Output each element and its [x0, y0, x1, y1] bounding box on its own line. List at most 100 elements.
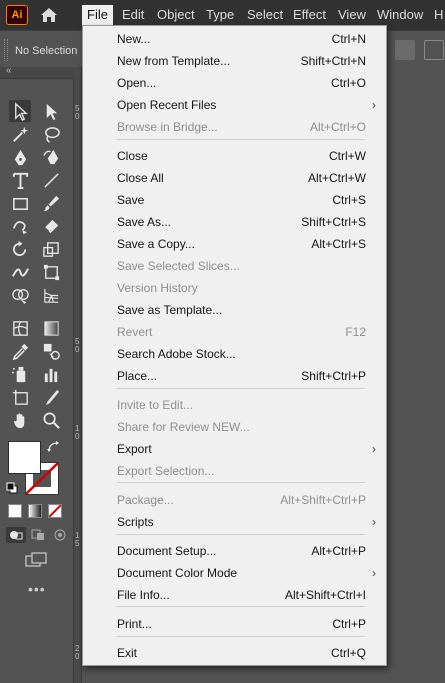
menu-object[interactable]: Object	[157, 7, 195, 23]
hand-icon	[13, 412, 24, 428]
line-segment-tool[interactable]	[40, 169, 62, 191]
symbol-sprayer-tool[interactable]	[9, 363, 31, 385]
menu-item-package: Package... Alt+Shift+Ctrl+P	[83, 489, 388, 511]
menu-item-shortcut: Alt+Ctrl+P	[311, 544, 366, 558]
free-transform-icon	[43, 264, 59, 280]
menu-item-revert: Revert F12	[83, 321, 388, 343]
slice-tool[interactable]	[40, 386, 62, 408]
menu-item-close-all[interactable]: Close All Alt+Ctrl+W	[83, 167, 388, 189]
menu-item-file-info[interactable]: File Info... Alt+Shift+Ctrl+I	[83, 584, 388, 606]
menu-item-new[interactable]: New... Ctrl+N	[83, 28, 388, 50]
menu-item-label: Invite to Edit...	[117, 398, 194, 412]
artboard-tool[interactable]	[9, 386, 31, 408]
menu-item-export-selection: Export Selection...	[83, 460, 388, 482]
home-icon[interactable]	[38, 5, 60, 25]
menu-item-label: Open...	[117, 76, 157, 90]
menu-item-new-from-template[interactable]: New from Template... Shift+Ctrl+N	[83, 50, 388, 72]
menu-type[interactable]: Type	[206, 7, 234, 23]
direct-selection-tool[interactable]	[40, 100, 62, 122]
draw-inside-button[interactable]	[50, 527, 70, 543]
shaper-icon	[12, 220, 27, 234]
menu-window[interactable]: Window	[377, 7, 423, 23]
curvature-pen-icon	[42, 149, 58, 164]
eraser-tool[interactable]	[40, 215, 62, 237]
submenu-arrow-icon: ›	[372, 442, 376, 456]
menu-item-version-history: Version History	[83, 277, 388, 299]
menu-select[interactable]: Select	[247, 7, 283, 23]
lasso-tool[interactable]	[40, 123, 62, 145]
default-colors-icon[interactable]	[6, 481, 18, 494]
menu-item-exit[interactable]: Exit Ctrl+Q	[83, 642, 388, 664]
menu-item-shortcut: Alt+Shift+Ctrl+P	[280, 493, 366, 507]
rotate-tool[interactable]	[9, 238, 31, 260]
blend-tool[interactable]	[40, 340, 62, 362]
scale-tool[interactable]	[40, 238, 62, 260]
menu-item-search-adobe-stock[interactable]: Search Adobe Stock...	[83, 343, 388, 365]
menu-item-save-a-copy[interactable]: Save a Copy... Alt+Ctrl+S	[83, 233, 388, 255]
menu-item-save-as-template[interactable]: Save as Template...	[83, 299, 388, 321]
selection-tool[interactable]	[9, 100, 31, 122]
menu-item-scripts[interactable]: Scripts ›	[83, 511, 388, 533]
menu-effect[interactable]: Effect	[293, 7, 326, 23]
line-segment-icon	[43, 172, 59, 188]
mesh-tool[interactable]	[9, 317, 31, 339]
menu-help[interactable]: H	[434, 7, 443, 23]
none-mode-button[interactable]	[48, 504, 62, 518]
zoom-tool[interactable]	[40, 409, 62, 431]
menu-edit[interactable]: Edit	[122, 7, 144, 23]
submenu-arrow-icon: ›	[372, 515, 376, 529]
paintbrush-tool[interactable]	[40, 192, 62, 214]
gradient-tool[interactable]	[40, 317, 62, 339]
menu-item-save[interactable]: Save Ctrl+S	[83, 189, 388, 211]
menu-separator	[117, 636, 365, 637]
collapse-icon[interactable]: «	[6, 65, 11, 76]
grip-handle[interactable]	[4, 39, 8, 61]
shaper-tool[interactable]	[9, 215, 31, 237]
magic-wand-tool[interactable]	[9, 123, 31, 145]
draw-behind-button[interactable]	[28, 527, 48, 543]
menu-item-label: Exit	[117, 646, 138, 660]
menu-item-label: Save as Template...	[117, 303, 223, 317]
type-tool[interactable]	[9, 169, 31, 191]
hand-tool[interactable]	[9, 409, 31, 431]
menu-item-print[interactable]: Print... Ctrl+P	[83, 613, 388, 635]
control-button[interactable]	[424, 40, 444, 60]
color-mode-button[interactable]	[8, 504, 22, 518]
menu-item-open-recent[interactable]: Open Recent Files ›	[83, 94, 388, 116]
column-graph-tool[interactable]	[40, 363, 62, 385]
menu-item-shortcut: Shift+Ctrl+N	[300, 54, 366, 68]
shape-builder-tool[interactable]	[9, 284, 31, 306]
menu-separator	[117, 534, 365, 535]
menu-item-document-setup[interactable]: Document Setup... Alt+Ctrl+P	[83, 540, 388, 562]
submenu-arrow-icon: ›	[372, 98, 376, 112]
menu-view[interactable]: View	[338, 7, 366, 23]
width-tool[interactable]	[9, 261, 31, 283]
screen-mode-icon[interactable]	[24, 551, 48, 569]
more-tools-icon[interactable]: •••	[28, 582, 46, 596]
menu-item-export[interactable]: Export ›	[83, 438, 388, 460]
perspective-grid-tool[interactable]	[40, 284, 62, 306]
control-field[interactable]	[395, 40, 415, 60]
menu-item-document-color-mode[interactable]: Document Color Mode ›	[83, 562, 388, 584]
pen-tool[interactable]	[9, 146, 31, 168]
eyedropper-icon	[12, 343, 28, 360]
app-logo: Ai	[6, 5, 28, 25]
magic-wand-icon	[12, 126, 28, 142]
fill-swatch[interactable]	[8, 441, 41, 474]
gradient-mode-button[interactable]	[28, 504, 42, 518]
menu-file[interactable]: File	[82, 5, 113, 25]
menu-item-close[interactable]: Close Ctrl+W	[83, 145, 388, 167]
swap-colors-icon[interactable]	[46, 439, 62, 455]
selection-status: No Selection	[15, 45, 78, 57]
curvature-tool[interactable]	[40, 146, 62, 168]
menu-separator	[117, 388, 365, 389]
menu-item-save-as[interactable]: Save As... Shift+Ctrl+S	[83, 211, 388, 233]
free-transform-tool[interactable]	[40, 261, 62, 283]
menu-item-place[interactable]: Place... Shift+Ctrl+P	[83, 365, 388, 387]
draw-normal-button[interactable]	[6, 527, 26, 543]
eyedropper-tool[interactable]	[9, 340, 31, 362]
menu-item-invite-to-edit: Invite to Edit...	[83, 394, 388, 416]
rectangle-tool[interactable]	[9, 192, 31, 214]
menu-item-open[interactable]: Open... Ctrl+O	[83, 72, 388, 94]
menu-item-save-selected-slices: Save Selected Slices...	[83, 255, 388, 277]
